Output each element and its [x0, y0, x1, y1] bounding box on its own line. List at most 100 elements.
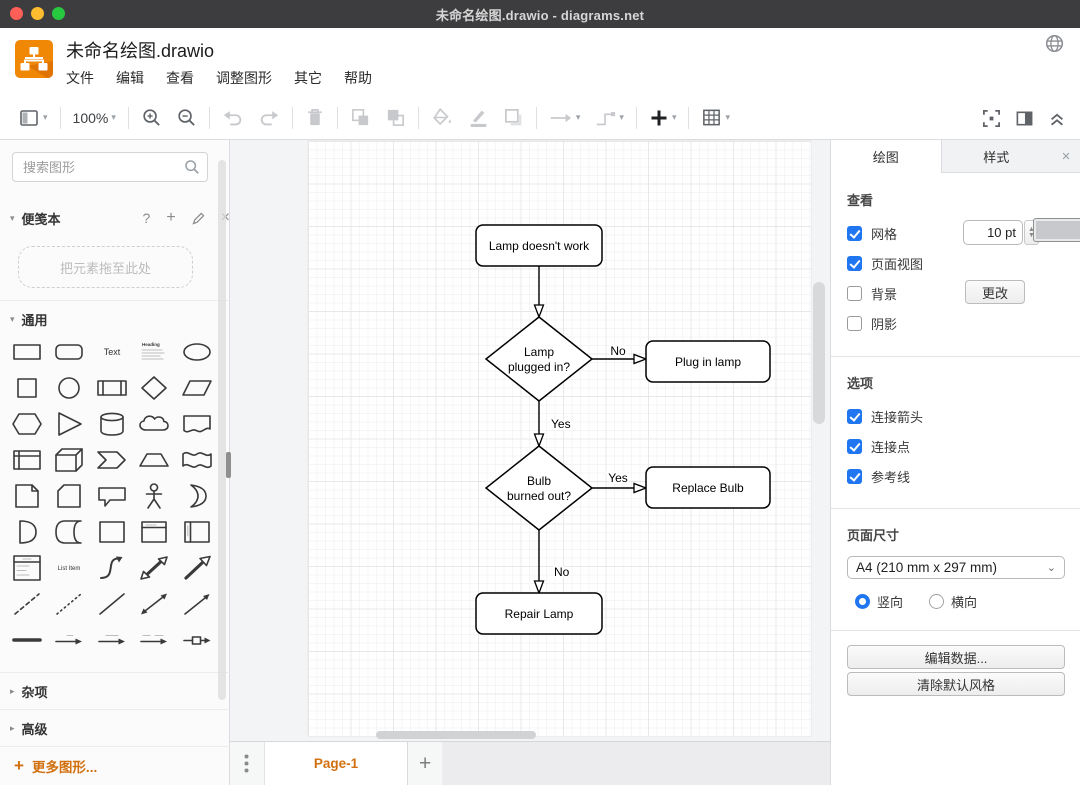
pages-menu-button[interactable]: [230, 754, 264, 773]
shape-document[interactable]: [176, 409, 218, 439]
grid-checkbox[interactable]: [847, 226, 862, 241]
shape-square[interactable]: [6, 373, 48, 403]
shape-step[interactable]: [91, 445, 133, 475]
shape-arrow-box[interactable]: [176, 625, 218, 655]
shape-text[interactable]: Text: [91, 337, 133, 367]
edge-label-no[interactable]: No: [554, 565, 570, 579]
collapse-toolbar-button[interactable]: [1048, 109, 1066, 127]
grid-color-swatch[interactable]: [1033, 218, 1080, 242]
menu-arrange[interactable]: 调整图形: [216, 68, 272, 88]
language-globe-icon[interactable]: [1045, 34, 1064, 53]
shape-curve[interactable]: [91, 553, 133, 583]
drawing-page[interactable]: No Yes Yes No Lamp doesn't work Lamp plu…: [307, 140, 812, 737]
shape-arrow-two-labels[interactable]: [133, 625, 175, 655]
zoom-level-button[interactable]: 100% ▾: [73, 110, 116, 126]
connection-points-checkbox[interactable]: [847, 439, 862, 454]
shape-search-input[interactable]: [21, 157, 185, 177]
minimize-window-button[interactable]: [31, 7, 44, 20]
shape-parallelogram[interactable]: [176, 373, 218, 403]
table-button[interactable]: ▾: [701, 107, 730, 128]
shape-cube[interactable]: [48, 445, 90, 475]
shape-actor[interactable]: [133, 481, 175, 511]
view-panels-button[interactable]: ▾: [18, 107, 48, 129]
scratchpad-add-icon[interactable]: +: [166, 209, 175, 227]
node-bulb-burned-out[interactable]: [486, 446, 592, 530]
shape-or[interactable]: [176, 481, 218, 511]
shape-bidirectional-connector[interactable]: [133, 589, 175, 619]
scratchpad-edit-icon[interactable]: [192, 212, 205, 225]
shape-callout[interactable]: [91, 481, 133, 511]
shape-card[interactable]: [48, 481, 90, 511]
shape-list[interactable]: [6, 553, 48, 583]
line-color-button[interactable]: [467, 107, 489, 128]
shape-list-item[interactable]: List Item: [48, 553, 90, 583]
to-front-button[interactable]: [350, 107, 371, 128]
connection-arrows-checkbox[interactable]: [847, 409, 862, 424]
shape-arrow[interactable]: [176, 553, 218, 583]
shape-circle[interactable]: [48, 373, 90, 403]
shape-rectangle[interactable]: [6, 337, 48, 367]
shape-cloud[interactable]: [133, 409, 175, 439]
background-checkbox[interactable]: [847, 286, 862, 301]
tab-diagram[interactable]: 绘图: [831, 140, 941, 173]
shape-horizontal-container[interactable]: [176, 517, 218, 547]
close-window-button[interactable]: [10, 7, 23, 20]
fullscreen-button[interactable]: [982, 109, 1001, 128]
shape-and[interactable]: [6, 517, 48, 547]
format-panel-toggle-button[interactable]: [1015, 109, 1034, 128]
canvas-horizontal-scrollbar[interactable]: [376, 731, 536, 739]
shape-container[interactable]: [91, 517, 133, 547]
panel-close-button[interactable]: ×: [1051, 140, 1080, 173]
general-section-header[interactable]: ▾ 通用: [0, 300, 250, 337]
menu-help[interactable]: 帮助: [344, 68, 372, 88]
node-lamp-plugged-in[interactable]: [486, 317, 592, 401]
scratchpad-section-header[interactable]: ▾ 便笺本 ? + ×: [0, 200, 250, 236]
change-background-button[interactable]: 更改: [965, 280, 1025, 304]
more-shapes-button[interactable]: + 更多图形...: [0, 746, 230, 785]
edge-label-yes[interactable]: Yes: [608, 471, 628, 485]
page-tab[interactable]: Page-1: [264, 742, 409, 785]
canvas-vertical-scrollbar[interactable]: [813, 282, 825, 424]
zoom-window-button[interactable]: [52, 7, 65, 20]
shape-tape[interactable]: [176, 445, 218, 475]
add-page-button[interactable]: +: [408, 752, 442, 776]
shape-internal-storage[interactable]: [6, 445, 48, 475]
shape-note[interactable]: [6, 481, 48, 511]
shape-cylinder[interactable]: [91, 409, 133, 439]
edit-data-button[interactable]: 编辑数据...: [847, 645, 1065, 669]
shape-triangle[interactable]: [48, 409, 90, 439]
edge-label-yes[interactable]: Yes: [551, 417, 571, 431]
redo-button[interactable]: [258, 108, 280, 128]
misc-section-header[interactable]: ▸ 杂项: [0, 672, 250, 709]
scratchpad-help-icon[interactable]: ?: [143, 210, 151, 226]
delete-button[interactable]: [305, 107, 325, 128]
to-back-button[interactable]: [385, 107, 406, 128]
guides-checkbox[interactable]: [847, 469, 862, 484]
landscape-radio[interactable]: 横向: [929, 592, 977, 611]
undo-button[interactable]: [222, 108, 244, 128]
shape-diamond[interactable]: [133, 373, 175, 403]
fill-color-button[interactable]: [431, 107, 453, 128]
connection-style-button[interactable]: ▾: [549, 110, 581, 126]
shadow-button[interactable]: [503, 107, 524, 128]
shape-textbox[interactable]: Heading: [133, 337, 175, 367]
shape-link[interactable]: [6, 625, 48, 655]
shadow-checkbox[interactable]: [847, 316, 862, 331]
menu-extras[interactable]: 其它: [294, 68, 322, 88]
shape-arrow-plain[interactable]: [48, 625, 90, 655]
shape-process[interactable]: [91, 373, 133, 403]
menu-edit[interactable]: 编辑: [116, 68, 144, 88]
shape-dotted-line[interactable]: [48, 589, 90, 619]
shape-rounded-rectangle[interactable]: [48, 337, 90, 367]
waypoint-style-button[interactable]: ▾: [594, 108, 624, 128]
advanced-section-header[interactable]: ▸ 高级: [0, 709, 250, 746]
insert-button[interactable]: ▾: [649, 108, 677, 128]
shape-ellipse[interactable]: [176, 337, 218, 367]
shape-line[interactable]: [91, 589, 133, 619]
shape-arrow-label[interactable]: [91, 625, 133, 655]
shape-directional-connector[interactable]: [176, 589, 218, 619]
scratchpad-dropzone[interactable]: 把元素拖至此处: [18, 246, 193, 288]
shape-hexagon[interactable]: [6, 409, 48, 439]
page-size-select[interactable]: A4 (210 mm x 297 mm) ⌄: [847, 556, 1065, 579]
shape-bidirectional-arrow[interactable]: [133, 553, 175, 583]
